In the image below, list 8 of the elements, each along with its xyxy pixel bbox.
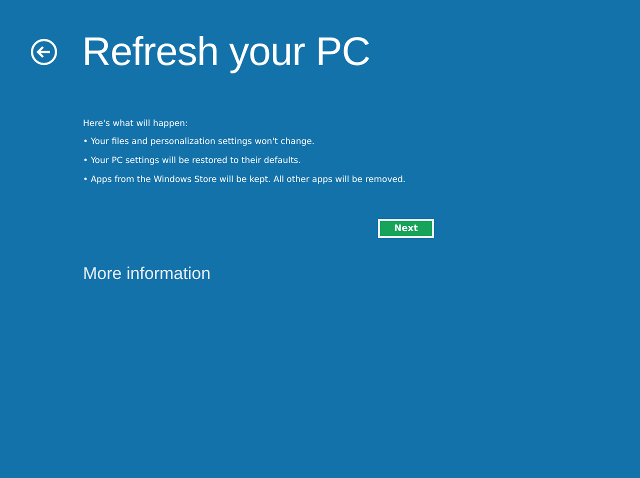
more-information-link[interactable]: More information — [83, 264, 211, 284]
page-title: Refresh your PC — [82, 29, 370, 76]
bullet-text: • Apps from the Windows Store will be kept. All other apps will be removed. — [83, 174, 407, 187]
next-button[interactable]: Next — [378, 219, 434, 238]
intro-text: Here's what will happen: — [83, 118, 189, 131]
back-button[interactable] — [30, 38, 58, 66]
bullet-text: • Your PC settings will be restored to their defaults. — [83, 155, 302, 168]
bullet-text: • Your files and personalization settings won't change. — [83, 136, 316, 149]
